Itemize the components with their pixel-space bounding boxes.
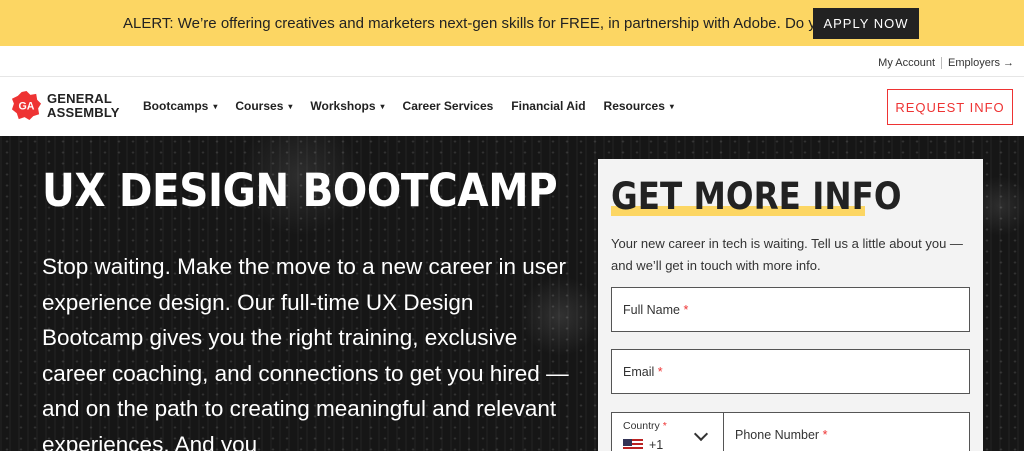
- chevron-down-icon: ▾: [288, 101, 293, 111]
- email-field[interactable]: Email *: [611, 349, 970, 394]
- nav-item-workshops[interactable]: Workshops ▾: [310, 99, 384, 113]
- country-select[interactable]: Country * +1: [612, 413, 724, 451]
- phone-row: Country * +1 Phone Number *: [611, 412, 970, 451]
- logo-wordmark[interactable]: GENERAL ASSEMBLY: [47, 92, 120, 120]
- form-description: Your new career in tech is waiting. Tell…: [611, 236, 963, 273]
- phone-number-field[interactable]: Phone Number *: [735, 428, 827, 442]
- required-mark: *: [822, 428, 828, 442]
- alert-text: ALERT: We’re offering creatives and mark…: [123, 15, 889, 32]
- utility-links: My Account Employers →: [878, 57, 1014, 69]
- alert-bar: ALERT: We’re offering creatives and mark…: [0, 0, 1024, 46]
- arrow-right-icon: →: [1003, 57, 1014, 69]
- nav-item-career-services[interactable]: Career Services: [403, 99, 494, 113]
- us-flag-icon: [623, 439, 643, 451]
- request-info-button[interactable]: REQUEST INFO: [887, 89, 1013, 125]
- chevron-down-icon: ▾: [380, 101, 385, 111]
- utility-bar: My Account Employers →: [0, 46, 1024, 77]
- form-title: GET MORE INFO: [611, 175, 902, 218]
- nav-item-financial-aid[interactable]: Financial Aid: [511, 99, 585, 113]
- email-label: Email *: [623, 365, 663, 379]
- ga-logo-icon[interactable]: GA: [11, 90, 42, 121]
- main-nav: GA GENERAL ASSEMBLY Bootcamps ▾ Courses ▾ …: [0, 77, 1024, 136]
- hero-section: UX DESIGN BOOTCAMP Stop waiting. Make th…: [0, 136, 1024, 451]
- my-account-link[interactable]: My Account: [878, 57, 935, 69]
- country-label: Country *: [623, 420, 667, 432]
- chevron-down-icon: ▾: [213, 101, 218, 111]
- info-form: GET MORE INFO Your new career in tech is…: [598, 159, 983, 451]
- chevron-down-icon: [693, 426, 709, 442]
- utility-divider: [941, 57, 943, 69]
- required-mark: *: [662, 420, 667, 432]
- page-title: UX DESIGN BOOTCAMP: [42, 164, 558, 217]
- nav-menu: Bootcamps ▾ Courses ▾ Workshops ▾ Career Se…: [143, 99, 692, 113]
- nav-item-courses[interactable]: Courses ▾: [235, 99, 292, 113]
- full-name-label: Full Name *: [623, 303, 689, 317]
- hero-description: Stop waiting. Make the move to a new car…: [42, 254, 569, 451]
- required-mark: *: [683, 303, 689, 317]
- logo-line-1: GENERAL: [47, 91, 112, 106]
- svg-text:GA: GA: [19, 100, 35, 112]
- employers-link[interactable]: Employers: [948, 57, 1000, 69]
- apply-now-button[interactable]: APPLY NOW: [813, 8, 919, 39]
- chevron-down-icon: ▾: [669, 101, 674, 111]
- required-mark: *: [657, 365, 663, 379]
- full-name-field[interactable]: Full Name *: [611, 287, 970, 332]
- nav-item-bootcamps[interactable]: Bootcamps ▾: [143, 99, 217, 113]
- logo-line-2: ASSEMBLY: [47, 105, 120, 120]
- country-code: +1: [649, 438, 664, 451]
- nav-item-resources[interactable]: Resources ▾: [604, 99, 674, 113]
